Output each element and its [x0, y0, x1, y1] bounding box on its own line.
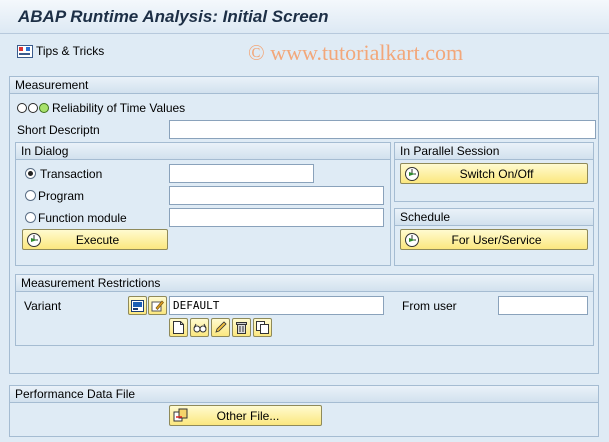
window-title: ABAP Runtime Analysis: Initial Screen	[18, 7, 329, 26]
watermark: © www.tutorialkart.com	[248, 40, 464, 65]
edit-variant-button[interactable]	[211, 318, 230, 337]
short-description-input[interactable]	[169, 120, 596, 139]
other-file-icon	[173, 408, 188, 421]
variant-input[interactable]: DEFAULT	[169, 296, 384, 315]
tips-tricks-icon	[17, 44, 33, 58]
function-module-input[interactable]	[169, 208, 384, 227]
title-bar: ABAP Runtime Analysis: Initial Screen	[0, 0, 609, 34]
execute-label: Execute	[75, 232, 120, 247]
transaction-radio[interactable]	[25, 168, 36, 179]
execute-button[interactable]: Execute	[22, 229, 168, 250]
from-user-input[interactable]	[498, 296, 588, 315]
short-description-label: Short Descriptn	[17, 123, 100, 137]
from-user-label: From user	[402, 299, 457, 313]
create-variant-button[interactable]	[169, 318, 188, 337]
for-user-service-button[interactable]: For User/Service	[400, 229, 588, 250]
for-user-service-label: For User/Service	[451, 232, 542, 247]
copy-icon	[256, 321, 269, 334]
other-file-label: Other File...	[216, 408, 280, 423]
clock-schedule-icon	[405, 232, 419, 247]
function-module-radio[interactable]	[25, 212, 36, 223]
variant-display-button[interactable]	[128, 296, 147, 315]
clock-switch-icon	[405, 166, 419, 181]
pencil-icon	[215, 321, 227, 333]
measurement-restrictions-header: Measurement Restrictions	[16, 275, 593, 292]
edit-variant-icon	[151, 300, 164, 312]
function-module-label: Function module	[38, 211, 127, 225]
program-radio[interactable]	[25, 190, 36, 201]
parallel-session-header: In Parallel Session	[395, 143, 593, 160]
tips-tricks-label: Tips & Tricks	[36, 44, 105, 58]
tips-tricks-button[interactable]: Tips & Tricks	[17, 43, 104, 59]
switch-on-off-label: Switch On/Off	[459, 166, 534, 181]
transaction-input[interactable]	[169, 164, 314, 183]
clock-execute-icon	[27, 232, 41, 247]
glasses-icon	[193, 323, 206, 332]
reliability-link[interactable]: Reliability of Time Values	[52, 101, 185, 115]
delete-variant-button[interactable]	[232, 318, 251, 337]
program-input[interactable]	[169, 186, 384, 205]
in-dialog-header: In Dialog	[16, 143, 390, 160]
traffic-light-icon	[17, 103, 49, 113]
switch-on-off-button[interactable]: Switch On/Off	[400, 163, 588, 184]
trash-icon	[236, 322, 247, 334]
application-toolbar: Tips & Tricks © www.tutorialkart.com	[0, 35, 609, 67]
display-icon	[131, 299, 144, 312]
new-document-icon	[173, 321, 184, 334]
copy-variant-button[interactable]	[253, 318, 272, 337]
program-label: Program	[38, 189, 85, 203]
performance-data-file-header: Performance Data File	[10, 386, 598, 403]
other-file-button[interactable]: Other File...	[169, 405, 322, 426]
measurement-header: Measurement	[10, 77, 598, 94]
schedule-header: Schedule	[395, 209, 593, 226]
transaction-label: Transaction	[40, 167, 103, 181]
change-variant-button[interactable]	[190, 318, 209, 337]
variant-label: Variant	[24, 299, 62, 313]
variant-change-button[interactable]	[148, 296, 167, 315]
